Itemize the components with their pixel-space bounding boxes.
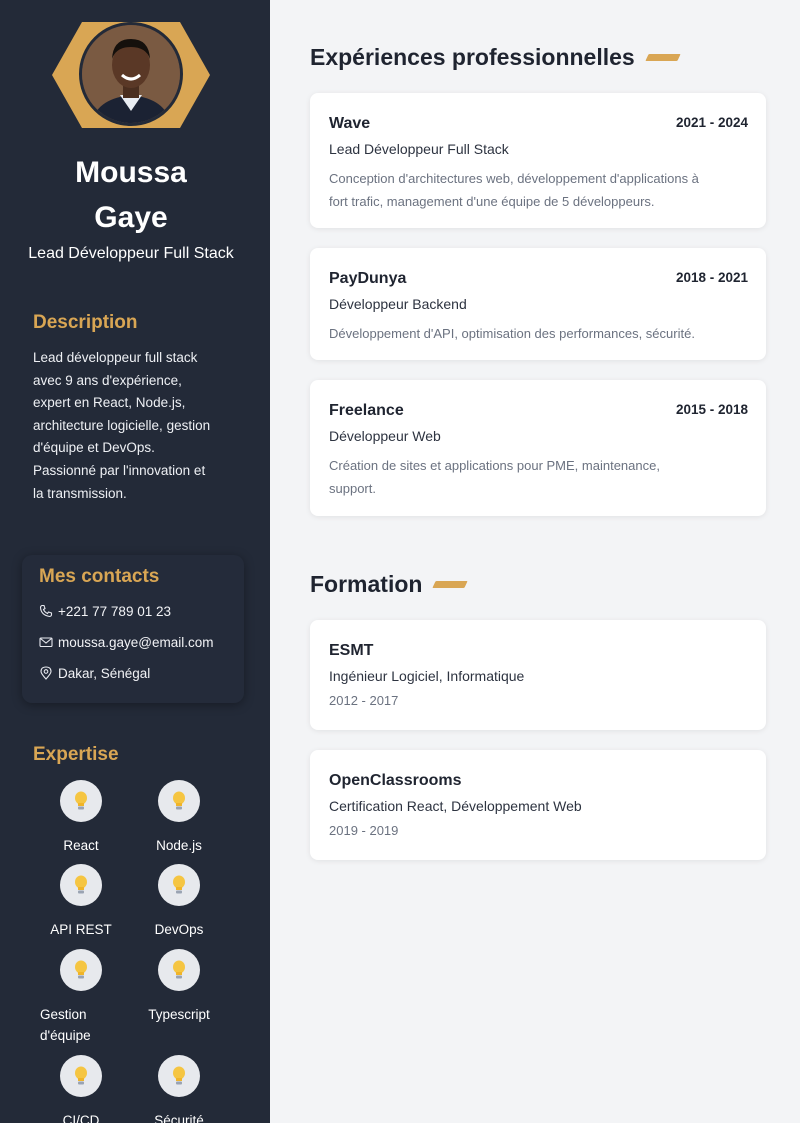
avatar <box>79 22 183 126</box>
experience-card: Freelance 2015 - 2018 Développeur Web Cr… <box>310 380 766 516</box>
description-line: avec 9 ans d'expérience, <box>33 372 182 388</box>
contact-location-text: Dakar, Sénégal <box>58 665 151 681</box>
contacts-card: Mes contacts +221 77 789 01 23 moussa.ga… <box>22 555 244 703</box>
experience-dates: 2015 - 2018 <box>675 402 748 417</box>
map-pin-icon <box>40 666 52 680</box>
profile-photo-frame <box>52 22 210 128</box>
accent-bar <box>645 54 681 61</box>
education-school: OpenClassrooms <box>329 772 462 789</box>
education-heading-text: Formation <box>310 571 423 597</box>
education-card: ESMT Ingénieur Logiciel, Informatique 20… <box>310 620 766 730</box>
description-line: la transmission. <box>33 485 127 501</box>
contacts-heading: Mes contacts <box>39 566 160 587</box>
experience-company: Wave <box>329 115 371 132</box>
last-name: Gaye <box>94 201 168 234</box>
skill-label: React <box>63 838 99 853</box>
skill-item: Typescript <box>129 949 229 1025</box>
mail-icon <box>39 637 53 648</box>
skill-item: Sécurité <box>129 1055 229 1123</box>
contact-phone-text: +221 77 789 01 23 <box>58 603 171 619</box>
education-years: 2019 - 2019 <box>329 823 399 838</box>
education-card: OpenClassrooms Certification React, Déve… <box>310 750 766 860</box>
profile-role: Lead Développeur Full Stack <box>28 245 234 262</box>
experience-description: Conception d'architectures web, développ… <box>329 171 699 209</box>
skill-label: Typescript <box>148 1007 210 1022</box>
skill-item: Gestion d'équipe <box>13 949 123 1046</box>
experience-company: PayDunya <box>329 270 407 287</box>
lightbulb-icon <box>60 1055 102 1097</box>
experience-role: Développeur Web <box>329 428 441 444</box>
first-name: Moussa <box>75 156 187 189</box>
education-degree: Ingénieur Logiciel, Informatique <box>329 668 525 684</box>
contact-phone[interactable]: +221 77 789 01 23 <box>39 602 171 620</box>
skill-label: Gestion d'équipe <box>40 1007 91 1043</box>
phone-icon <box>39 604 53 618</box>
skill-label: API REST <box>50 922 112 937</box>
experience-dates: 2018 - 2021 <box>675 270 748 285</box>
education-heading: Formation <box>310 571 469 598</box>
experience-card: Wave 2021 - 2024 Lead Développeur Full S… <box>310 93 766 228</box>
contact-email-text: moussa.gaye@email.com <box>58 634 214 650</box>
lightbulb-icon <box>60 864 102 906</box>
experience-company: Freelance <box>329 402 404 419</box>
sidebar: Moussa Gaye Lead Développeur Full Stack … <box>0 0 270 1123</box>
contact-location: Dakar, Sénégal <box>39 664 150 682</box>
experience-dates: 2021 - 2024 <box>675 115 748 130</box>
accent-bar <box>432 581 469 588</box>
expertise-heading: Expertise <box>33 744 119 765</box>
experience-description: Création de sites et applications pour P… <box>329 458 660 496</box>
description-line: d'équipe et DevOps. <box>33 440 155 456</box>
experience-role: Lead Développeur Full Stack <box>329 141 509 157</box>
skill-item: CI/CD <box>31 1055 131 1123</box>
description-line: Passionné par l'innovation et <box>33 462 206 478</box>
experience-card: PayDunya 2018 - 2021 Développeur Backend… <box>310 248 766 360</box>
description-line: architecture logicielle, gestion <box>33 417 211 433</box>
skill-label: Node.js <box>156 838 202 853</box>
education-school: ESMT <box>329 642 374 659</box>
contact-email[interactable]: moussa.gaye@email.com <box>39 633 214 651</box>
experience-role: Développeur Backend <box>329 296 467 312</box>
skill-item: Node.js <box>129 780 229 856</box>
experience-description: Développement d'API, optimisation des pe… <box>329 326 695 341</box>
skill-item: React <box>31 780 131 856</box>
experiences-heading-text: Expériences professionnelles <box>310 44 635 70</box>
education-years: 2012 - 2017 <box>329 693 399 708</box>
skill-item: API REST <box>31 864 131 940</box>
lightbulb-icon <box>158 1055 200 1097</box>
skill-item: DevOps <box>129 864 229 940</box>
lightbulb-icon <box>158 780 200 822</box>
description-line: expert en React, Node.js, <box>33 395 186 411</box>
description-text: Lead développeur full stack avec 9 ans d… <box>33 347 233 505</box>
description-line: Lead développeur full stack <box>33 350 198 365</box>
lightbulb-icon <box>158 864 200 906</box>
main-content: Expériences professionnelles Wave 2021 -… <box>270 0 800 1123</box>
description-heading: Description <box>33 312 138 333</box>
skill-label: Sécurité <box>154 1113 204 1123</box>
lightbulb-icon <box>60 949 102 991</box>
skill-label: DevOps <box>154 922 204 937</box>
experiences-heading: Expériences professionnelles <box>310 44 681 71</box>
lightbulb-icon <box>60 780 102 822</box>
skill-label: CI/CD <box>62 1113 100 1123</box>
lightbulb-icon <box>158 949 200 991</box>
education-degree: Certification React, Développement Web <box>329 798 582 814</box>
